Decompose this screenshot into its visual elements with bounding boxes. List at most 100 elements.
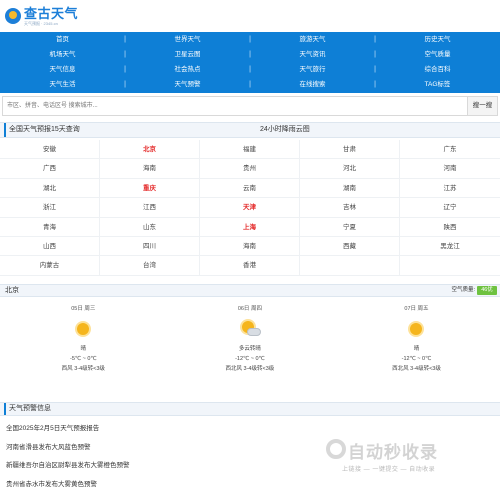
province-link[interactable]: 江西 <box>100 198 200 217</box>
nav-weather-alert[interactable]: 天气预警 <box>125 77 252 92</box>
alert-item[interactable]: 新疆维吾尔自治区尉犁县发布大雾橙色预警 <box>6 461 306 480</box>
day-temperature: -12℃ ~ 0℃ <box>235 356 265 362</box>
aqi-label: 空气质量: <box>451 287 475 293</box>
nav-tags[interactable]: TAG标签 <box>375 77 500 92</box>
search-input[interactable] <box>3 97 465 115</box>
nav-row: 天气信息 社会热点 天气旅行 综合百科 <box>0 62 500 77</box>
sun-icon <box>405 318 427 340</box>
province-link[interactable]: 贵州 <box>200 159 300 178</box>
day-card[interactable]: 06日 周四 多云转晴 -12℃ ~ 0℃ 西北风 3-4级转<3级 <box>167 302 334 384</box>
main-nav: 首页 世界天气 旅游天气 历史天气 机场天气 卫星云图 天气资讯 空气质量 天气… <box>0 32 500 93</box>
rain-cloud-map-link[interactable]: 24小时降雨云图 <box>260 123 310 137</box>
nav-row: 首页 世界天气 旅游天气 历史天气 <box>0 32 500 47</box>
alerts-list: 全国2025年2月5日天气预报报告 河南省滑县发布大风蓝色预警 新疆维吾尔自治区… <box>6 424 306 498</box>
alerts-title: 天气预警信息 <box>4 403 51 415</box>
search-button[interactable]: 搜一搜 <box>467 97 497 115</box>
nav-weather-news[interactable]: 天气资讯 <box>250 47 377 62</box>
province-link[interactable]: 内蒙古 <box>0 256 100 275</box>
province-link[interactable]: 山西 <box>0 236 100 256</box>
alert-item[interactable]: 全国2025年2月5日天气预报报告 <box>6 424 306 443</box>
nav-home[interactable]: 首页 <box>0 32 126 47</box>
province-row: 内蒙古 台湾 香港 <box>0 256 500 276</box>
province-link[interactable]: 广东 <box>400 140 500 158</box>
sun-icon <box>72 318 94 340</box>
province-row: 广西 海南 贵州 河北 河南 <box>0 159 500 179</box>
province-row: 浙江 江西 天津 吉林 辽宁 <box>0 198 500 218</box>
province-link[interactable]: 黑龙江 <box>400 237 500 255</box>
forecast-section-header: 全国天气预报15天查询 24小时降雨云图 <box>0 122 500 138</box>
province-link[interactable]: 上海 <box>200 217 300 236</box>
province-link[interactable]: 湖北 <box>0 178 100 198</box>
watermark: 自动秒收录 上链接 — 一键提交 — 自动收录 <box>326 434 496 484</box>
province-link[interactable]: 甘肃 <box>300 140 400 159</box>
province-link[interactable]: 河北 <box>300 159 400 178</box>
province-link[interactable]: 河南 <box>400 159 500 177</box>
province-link <box>300 256 400 275</box>
daily-forecast: 05日 周三 晴 -5℃ ~ 0℃ 西风 3-4级转<3级 06日 周四 多云转… <box>0 302 500 384</box>
province-link[interactable]: 陕西 <box>400 218 500 236</box>
city-name: 北京 <box>5 287 19 294</box>
province-row: 湖北 重庆 云南 湖南 江苏 <box>0 178 500 199</box>
day-wind: 西北风 3-4级转<3级 <box>225 366 275 372</box>
partly-cloudy-icon <box>239 318 261 340</box>
province-link[interactable]: 北京 <box>100 140 200 159</box>
province-grid: 安徽 北京 福建 甘肃 广东 广西 海南 贵州 河北 河南 湖北 重庆 云南 湖南 江苏 浙江 江西 天津 吉林 辽宁… <box>0 140 500 276</box>
province-link[interactable]: 香港 <box>200 256 300 275</box>
nav-satellite[interactable]: 卫星云图 <box>125 47 252 62</box>
city-header: 北京 空气质量: 46优 <box>0 284 500 297</box>
nav-social-hot[interactable]: 社会热点 <box>125 62 252 77</box>
province-link[interactable]: 海南 <box>200 236 300 256</box>
nav-world-weather[interactable]: 世界天气 <box>125 32 252 47</box>
logo-text: 查古天气 天气预报 · 2345.cn <box>24 5 79 26</box>
province-link[interactable]: 四川 <box>100 236 200 256</box>
province-link[interactable]: 海南 <box>100 159 200 178</box>
province-link[interactable]: 安徽 <box>0 140 100 159</box>
province-link[interactable]: 广西 <box>0 159 100 178</box>
province-link[interactable]: 台湾 <box>100 256 200 275</box>
province-link[interactable]: 吉林 <box>300 198 400 217</box>
nav-history-weather[interactable]: 历史天气 <box>375 32 500 47</box>
alerts-section-header: 天气预警信息 <box>0 402 500 416</box>
site-title: 查古天气 <box>24 5 79 21</box>
nav-travel-weather[interactable]: 旅游天气 <box>250 32 377 47</box>
province-link[interactable]: 福建 <box>200 140 300 159</box>
province-link[interactable]: 宁夏 <box>300 217 400 236</box>
site-subtitle: 天气预报 · 2345.cn <box>24 20 58 26</box>
logo-sun-icon <box>5 8 21 24</box>
province-link[interactable]: 江苏 <box>400 179 500 197</box>
day-temperature: -12℃ ~ 0℃ <box>401 356 432 362</box>
province-link[interactable]: 重庆 <box>100 178 200 198</box>
day-card[interactable]: 07日 周五 晴 -12℃ ~ 0℃ 西北风 3-4级转<3级 <box>333 302 500 384</box>
province-link[interactable]: 辽宁 <box>400 198 500 216</box>
alert-item[interactable]: 河南省滑县发布大风蓝色预警 <box>6 443 306 462</box>
nav-airport-weather[interactable]: 机场天气 <box>0 47 127 62</box>
province-link[interactable]: 青海 <box>0 217 100 236</box>
province-link[interactable]: 西藏 <box>300 236 400 256</box>
province-link[interactable]: 云南 <box>200 178 300 198</box>
nav-encyclopedia[interactable]: 综合百科 <box>375 62 500 77</box>
nav-air-quality[interactable]: 空气质量 <box>375 47 500 62</box>
nav-row: 机场天气 卫星云图 天气资讯 空气质量 <box>0 47 500 62</box>
day-temperature: -5℃ ~ 0℃ <box>70 356 97 362</box>
province-row: 青海 山东 上海 宁夏 陕西 <box>0 217 500 237</box>
nav-weather-life[interactable]: 天气生活 <box>0 77 127 92</box>
nav-weather-travel[interactable]: 天气旅行 <box>250 62 377 77</box>
site-header: 查古天气 天气预报 · 2345.cn <box>0 0 500 32</box>
day-wind: 西北风 3-4级转<3级 <box>392 366 441 372</box>
nav-weather-info[interactable]: 天气信息 <box>0 62 127 77</box>
province-link[interactable]: 山东 <box>100 217 200 236</box>
day-card[interactable]: 05日 周三 晴 -5℃ ~ 0℃ 西风 3-4级转<3级 <box>0 302 167 384</box>
alert-item[interactable]: 贵州省赤水市发布大雾黄色预警 <box>6 480 306 499</box>
site-logo[interactable]: 查古天气 天气预报 · 2345.cn <box>5 3 78 29</box>
province-link[interactable]: 浙江 <box>0 198 100 217</box>
forecast-title: 全国天气预报15天查询 <box>4 123 80 137</box>
province-link <box>400 256 500 274</box>
nav-online-search[interactable]: 在线搜索 <box>250 77 377 92</box>
day-condition: 晴 <box>413 346 420 352</box>
watermark-title: 自动秒收录 <box>348 443 438 462</box>
province-link[interactable]: 湖南 <box>300 178 400 198</box>
day-wind: 西风 3-4级转<3级 <box>61 366 105 372</box>
watermark-subtitle: 上链接 — 一键提交 — 自动收录 <box>342 467 436 473</box>
province-link[interactable]: 天津 <box>200 198 300 217</box>
nav-row: 天气生活 天气预警 在线搜索 TAG标签 <box>0 77 500 92</box>
